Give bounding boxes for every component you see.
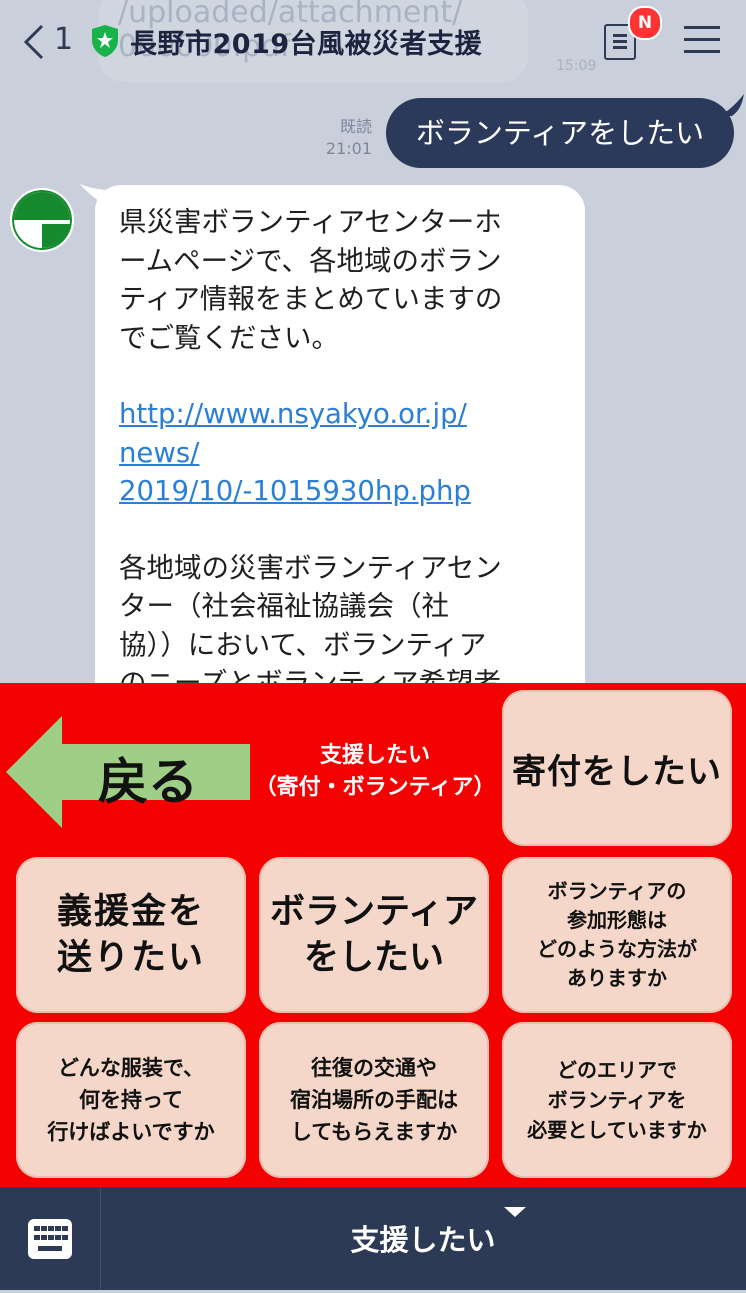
message-link[interactable]: news/ [119, 434, 585, 473]
read-label: 既読 [339, 117, 372, 136]
message-line: ター（社会福祉協議会（社 [119, 590, 449, 622]
bot-avatar[interactable] [10, 188, 74, 252]
message-line: 県災害ボランティアセンターホ [119, 206, 502, 238]
chat-header: 1 長野市2019台風被災者支援 N [0, 0, 746, 84]
keyboard-icon [28, 1219, 72, 1259]
rich-menu-toggle-label: 支援したい [350, 1223, 496, 1257]
message-time: 21:01 [325, 139, 372, 158]
bottom-bar: 支援したい [0, 1187, 746, 1290]
rich-menu-toggle[interactable]: 支援したい [100, 1187, 746, 1290]
message-line: ームページで、各地域のボラン [119, 244, 502, 277]
incoming-message: 県災害ボランティアセンターホ ームページで、各地域のボラン ティア情報をまとめて… [95, 185, 585, 683]
participation-format-button[interactable]: ボランティアの 参加形態は どのような方法が ありますか [502, 857, 732, 1013]
chat-title: 長野市2019台風被災者支援 [130, 29, 483, 60]
send-relief-money-button[interactable]: 義援金を 送りたい [16, 857, 246, 1013]
menu-icon[interactable] [684, 26, 720, 54]
transport-lodging-button[interactable]: 往復の交通や 宿泊場所の手配は してもらえますか [259, 1022, 489, 1178]
message-link[interactable]: http://www.nsyakyo.or.jp/ [119, 395, 585, 434]
notes-badge: N [628, 6, 662, 40]
keyboard-toggle[interactable] [0, 1187, 101, 1290]
message-line: 各地域の災害ボランティアセン [119, 551, 502, 584]
donate-button[interactable]: 寄付をしたい [502, 690, 732, 846]
rich-menu-title: 支援したい （寄付・ボランティア） [254, 743, 496, 800]
unread-count: 1 [54, 22, 74, 57]
caret-down-icon [504, 1207, 526, 1217]
message-line: 協））において、ボランティア [119, 628, 487, 661]
avatar-logo-icon [12, 190, 72, 250]
back-button-label: 戻る [98, 753, 198, 811]
back-chevron-icon[interactable] [18, 22, 58, 62]
message-link[interactable]: 2019/10/-1015930hp.php [119, 472, 585, 511]
message-line: ティア情報をまとめていますの [119, 283, 503, 315]
message-read-status: 既読 21:01 [320, 116, 372, 160]
message-line: でご覧ください。 [119, 321, 339, 354]
volunteer-button[interactable]: ボランティア をしたい [259, 857, 489, 1013]
chat-area: /uploaded/attachment/ 000000.pdf 15:09 1… [0, 0, 746, 683]
official-shield-icon [92, 25, 118, 57]
outgoing-message: ボランティアをしたい [386, 98, 734, 168]
volunteer-area-button[interactable]: どのエリアで ボランティアを 必要としていますか [502, 1022, 732, 1178]
message-line: のニーズとボランティア希望者 [119, 667, 501, 683]
clothing-items-button[interactable]: どんな服装で、 何を持って 行けばよいですか [16, 1022, 246, 1178]
